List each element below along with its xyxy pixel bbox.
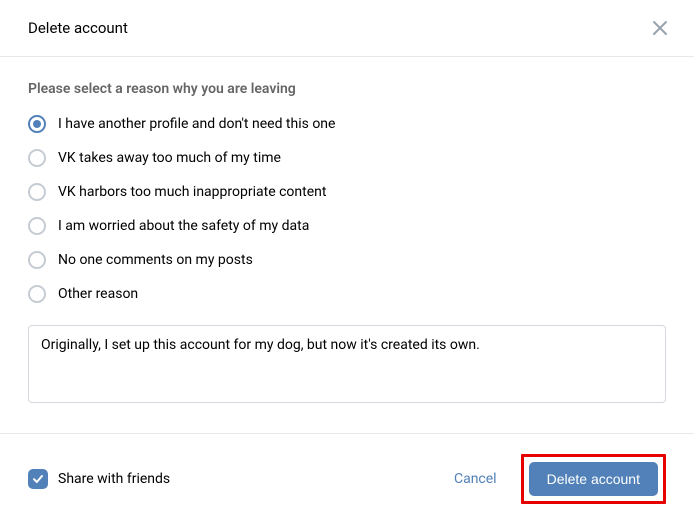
radio-label: VK takes away too much of my time <box>58 150 281 166</box>
footer-actions: Cancel Delete account <box>448 454 666 504</box>
radio-label: No one comments on my posts <box>58 252 253 268</box>
reason-textarea[interactable] <box>28 325 666 403</box>
radio-label: Other reason <box>58 286 138 302</box>
share-checkbox[interactable] <box>28 469 48 489</box>
share-label: Share with friends <box>58 471 170 487</box>
close-icon <box>652 20 668 36</box>
share-with-friends[interactable]: Share with friends <box>28 469 170 489</box>
highlight-annotation: Delete account <box>521 454 666 504</box>
reason-option-too-much-time[interactable]: VK takes away too much of my time <box>28 149 666 167</box>
cancel-button[interactable]: Cancel <box>448 463 503 495</box>
reason-option-another-profile[interactable]: I have another profile and don't need th… <box>28 115 666 133</box>
dialog-title: Delete account <box>28 19 128 37</box>
check-icon <box>32 473 44 485</box>
dialog-footer: Share with friends Cancel Delete account <box>0 433 694 526</box>
close-button[interactable] <box>650 18 670 38</box>
dialog-body: Please select a reason why you are leavi… <box>0 57 694 433</box>
radio-label: VK harbors too much inappropriate conten… <box>58 184 326 200</box>
radio-icon <box>28 251 46 269</box>
radio-icon <box>28 217 46 235</box>
dialog-header: Delete account <box>0 0 694 57</box>
reason-option-no-comments[interactable]: No one comments on my posts <box>28 251 666 269</box>
radio-icon <box>28 285 46 303</box>
reason-prompt: Please select a reason why you are leavi… <box>28 81 666 97</box>
reason-option-inappropriate-content[interactable]: VK harbors too much inappropriate conten… <box>28 183 666 201</box>
delete-account-button[interactable]: Delete account <box>529 462 658 496</box>
radio-label: I have another profile and don't need th… <box>58 116 335 132</box>
reason-radio-group: I have another profile and don't need th… <box>28 115 666 303</box>
delete-account-dialog: Delete account Please select a reason wh… <box>0 0 694 526</box>
reason-option-data-safety[interactable]: I am worried about the safety of my data <box>28 217 666 235</box>
radio-icon <box>28 115 46 133</box>
radio-icon <box>28 183 46 201</box>
radio-icon <box>28 149 46 167</box>
radio-label: I am worried about the safety of my data <box>58 218 309 234</box>
reason-option-other[interactable]: Other reason <box>28 285 666 303</box>
